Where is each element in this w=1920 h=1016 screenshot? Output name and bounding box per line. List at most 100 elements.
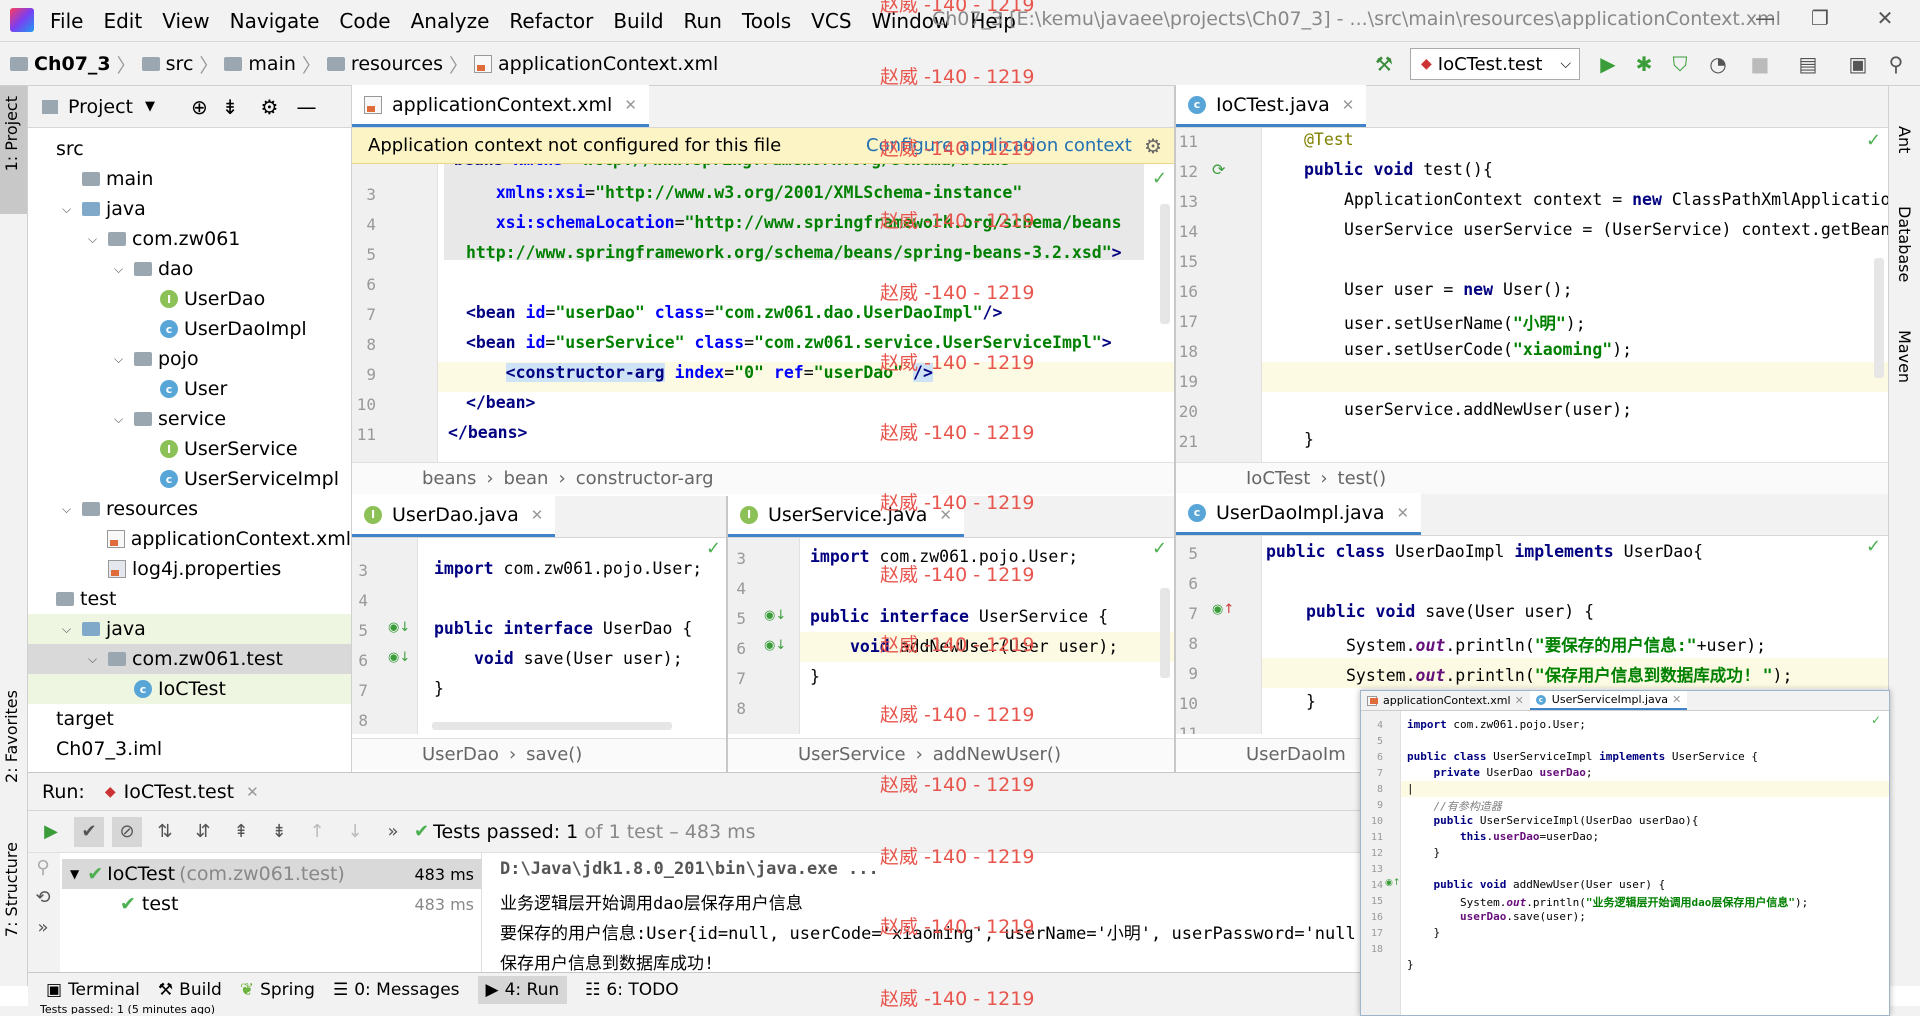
chevron-down-icon[interactable]: ▼ [145, 99, 155, 114]
stop-icon[interactable]: ■ [1748, 52, 1772, 76]
sort-alpha-icon[interactable]: ⇅ [150, 817, 180, 847]
hammer-icon[interactable]: ⚒ [1372, 52, 1396, 76]
tree-item[interactable]: c UserServiceImpl [28, 464, 351, 494]
test-node-class[interactable]: ▼ ✔ IoCTest (com.zw061.test) 483 ms [62, 859, 482, 889]
tree-item[interactable]: c IoCTest [28, 674, 351, 704]
tool-messages[interactable]: ☰ 0: Messages [333, 980, 460, 1000]
xml-editor[interactable]: 3 4 5 6 7 8 9 10 11 <beans xmlns="http://www.spr… [352, 164, 1174, 462]
chevron-down-icon[interactable]: ⌵ [88, 232, 102, 247]
close-tab-icon[interactable]: ✕ [624, 96, 637, 114]
crumb-userservice[interactable]: UserService [798, 744, 906, 765]
menu-code[interactable]: Code [329, 9, 400, 33]
tree-item[interactable]: ⌵ com.zw061.test [28, 644, 351, 674]
restore-icon[interactable]: ❐ [1795, 6, 1845, 36]
tab-maven[interactable]: Maven [1895, 330, 1914, 383]
tree-item[interactable]: I UserDao [28, 284, 351, 314]
crumb-resources[interactable]: resources [351, 53, 443, 75]
restore-layout-icon[interactable]: ⟲ [28, 883, 58, 913]
implemented-gutter-icon[interactable]: ◉↓ [764, 608, 786, 623]
sort-duration-icon[interactable]: ⇵ [188, 817, 218, 847]
crumb-beans[interactable]: beans [422, 468, 476, 489]
close-tab-icon[interactable]: ✕ [1672, 693, 1681, 706]
coverage-icon[interactable]: ⛉ [1668, 52, 1692, 76]
collapse-all-icon[interactable]: ⇟ [264, 817, 294, 847]
menu-run[interactable]: Run [674, 9, 732, 33]
close-tab-icon[interactable]: ✕ [531, 506, 544, 524]
tree-item[interactable]: c UserDaoImpl [28, 314, 351, 344]
crumb-project[interactable]: Ch07_3 [34, 53, 111, 75]
tree-item[interactable]: src [28, 134, 351, 164]
next-failed-icon[interactable]: ↓ [340, 817, 370, 847]
tree-item[interactable]: ⌵ com.zw061 [28, 224, 351, 254]
crumb-addnewuser[interactable]: addNewUser() [933, 744, 1061, 765]
profile-icon[interactable]: ◔ [1706, 52, 1730, 76]
run-test-gutter-icon[interactable]: ⟳ [1212, 160, 1225, 179]
userservice-scrollbar[interactable] [1160, 588, 1170, 678]
search-icon[interactable]: ⚲ [1884, 52, 1908, 76]
tree-item[interactable]: test [28, 584, 351, 614]
menu-view[interactable]: View [152, 9, 219, 33]
crumb-main[interactable]: main [248, 53, 295, 75]
crumb-src[interactable]: src [166, 53, 194, 75]
tree-item[interactable]: ⌵ dao [28, 254, 351, 284]
tree-item[interactable]: log4j.properties [28, 554, 351, 584]
tab-project[interactable]: 1: Project [2, 96, 21, 171]
tree-item[interactable]: ⌵ resources [28, 494, 351, 524]
crumb-constructor-arg[interactable]: constructor-arg [576, 468, 714, 489]
tree-item[interactable]: I UserService [28, 434, 351, 464]
tree-item[interactable]: applicationContext.xml [28, 524, 351, 554]
tab-favorites[interactable]: 2: Favorites [2, 690, 21, 783]
gear-icon[interactable]: ⚙ [1144, 134, 1162, 158]
more-icon[interactable]: » [28, 913, 58, 943]
rerun-icon[interactable]: ▶ [36, 817, 66, 847]
minimize-icon[interactable]: — [1740, 6, 1790, 36]
crumb-userdaoimpl[interactable]: UserDaoIm [1246, 744, 1346, 765]
crumb-userdao[interactable]: UserDao [422, 744, 499, 765]
menu-analyze[interactable]: Analyze [401, 9, 500, 33]
terminal-icon[interactable]: ▣ [1846, 52, 1870, 76]
close-tab-icon[interactable]: ✕ [1397, 504, 1410, 522]
run-icon[interactable]: ▶ [1596, 52, 1620, 76]
gear-icon[interactable]: ⚙ [261, 95, 279, 119]
tree-item[interactable]: c User [28, 374, 351, 404]
userdao-editor[interactable]: 3 4 5 6 7 8 ◉↓ ◉↓ import com.zw061.pojo.User;… [352, 538, 726, 734]
tab-ant[interactable]: Ant [1895, 126, 1914, 153]
override-gutter-icon[interactable]: ◉↑ [1212, 602, 1234, 617]
tab-structure[interactable]: 7: Structure [2, 842, 21, 937]
chevron-down-icon[interactable]: ⌵ [62, 202, 76, 217]
tab-userdaoimpl[interactable]: c UserDaoImpl.java ✕ [1176, 493, 1422, 535]
menu-tools[interactable]: Tools [732, 9, 801, 33]
close-icon[interactable]: ✕ [1860, 6, 1910, 36]
crumb-test-method[interactable]: test() [1338, 468, 1387, 489]
tab-application-context[interactable]: applicationContext.xml ✕ [352, 85, 649, 127]
project-structure-icon[interactable]: ▤ [1796, 52, 1820, 76]
crumb-file[interactable]: applicationContext.xml [498, 53, 718, 75]
menu-file[interactable]: File [40, 9, 93, 33]
tree-item[interactable]: ⌵ pojo [28, 344, 351, 374]
show-passed-icon[interactable]: ✔ [74, 816, 104, 847]
tree-item[interactable]: ⌵ java [28, 614, 351, 644]
tool-todo[interactable]: ☷ 6: TODO [585, 980, 678, 1000]
chevron-down-icon[interactable]: ⌵ [62, 622, 76, 637]
tree-item[interactable]: target [28, 704, 351, 734]
crumb-bean[interactable]: bean [504, 468, 549, 489]
userdao-hscrollbar[interactable] [432, 722, 672, 730]
collapse-all-icon[interactable]: ⇟ [222, 95, 239, 119]
show-ignored-icon[interactable]: ⊘ [112, 816, 142, 847]
tree-item[interactable]: main [28, 164, 351, 194]
tool-terminal[interactable]: ▣ Terminal [46, 980, 140, 1000]
menu-navigate[interactable]: Navigate [220, 9, 330, 33]
tab-database[interactable]: Database [1895, 206, 1914, 282]
ioc-editor[interactable]: 11 12 13 14 15 16 17 18 19 20 21 ⟳ @Test public vo… [1176, 128, 1888, 462]
implemented-gutter-icon[interactable]: ◉↓ [388, 620, 410, 635]
popup-tab-xml[interactable]: applicationContext.xml ✕ [1361, 691, 1530, 710]
chevron-down-icon[interactable]: ⌵ [114, 352, 128, 367]
chevron-down-icon[interactable]: ⌵ [88, 652, 102, 667]
tab-ioctest[interactable]: c IoCTest.java ✕ [1176, 85, 1367, 127]
close-tab-icon[interactable]: ✕ [1342, 96, 1355, 114]
crumb-ioctest[interactable]: IoCTest [1246, 468, 1310, 489]
locate-icon[interactable]: ⊕ [191, 95, 208, 119]
prev-failed-icon[interactable]: ↑ [302, 817, 332, 847]
tab-userdao[interactable]: I UserDao.java ✕ [352, 495, 556, 537]
chevron-down-icon[interactable]: ⌵ [62, 502, 76, 517]
